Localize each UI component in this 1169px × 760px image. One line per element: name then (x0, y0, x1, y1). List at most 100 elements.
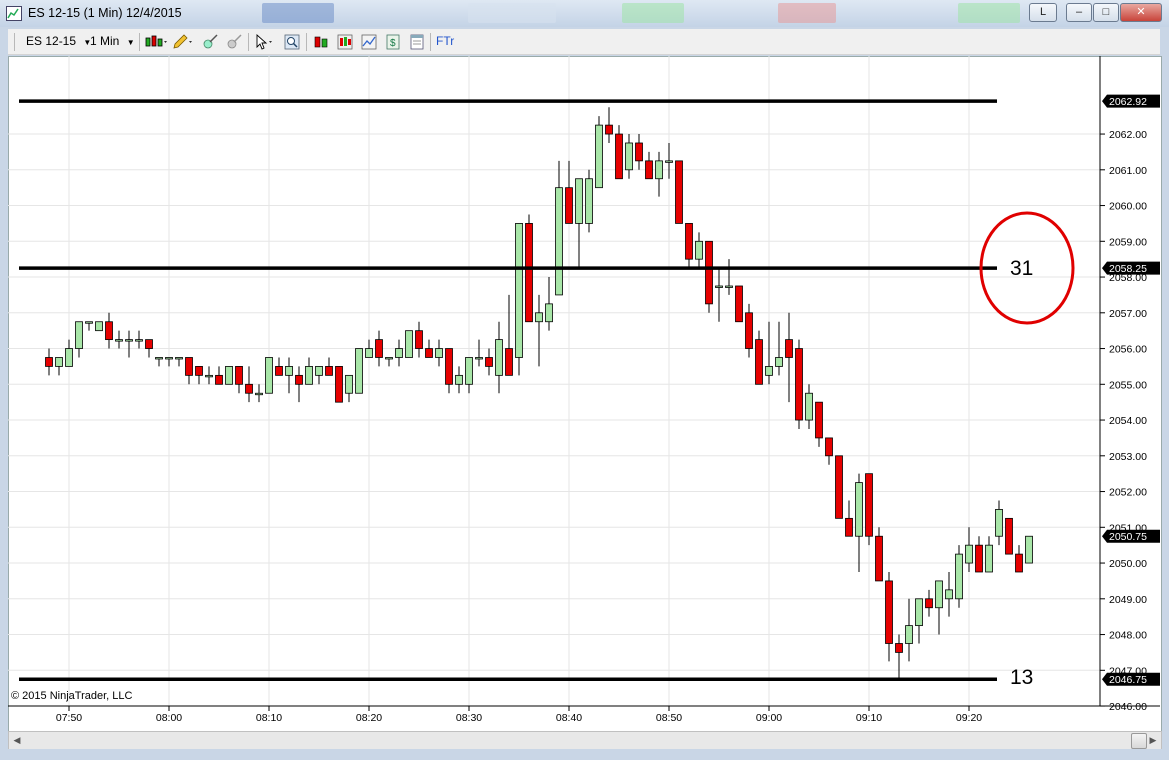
candle-body-down (735, 285, 743, 323)
candle-body-up (575, 178, 583, 224)
candle-body-down (485, 357, 493, 367)
y-tick-label: 2061.00 (1109, 165, 1147, 177)
price-marker-label: 2050.75 (1109, 531, 1147, 543)
y-tick-label: 2054.00 (1109, 415, 1147, 427)
candle-body-down (445, 348, 453, 385)
candle-body-up (225, 366, 233, 385)
circle-annotation-label: 31 (1010, 257, 1033, 280)
candle-body-down (335, 366, 343, 403)
close-button[interactable]: ✕ (1120, 3, 1162, 22)
y-tick-label: 2048.00 (1109, 630, 1147, 642)
candle-body-up (535, 312, 543, 323)
candle-body-up (355, 348, 363, 394)
candle-body-down (825, 437, 833, 457)
candle-body-down (325, 366, 333, 376)
zoom-icon[interactable] (284, 34, 300, 50)
instrument-label: ES 12-15 (26, 34, 77, 48)
x-tick-label: 09:10 (856, 712, 882, 724)
candle-body-up (945, 589, 953, 600)
candle-body-up (75, 321, 83, 349)
candle-body-up (255, 392, 263, 396)
global-crosshair-icon[interactable] (226, 34, 242, 50)
x-tick-label: 08:10 (256, 712, 282, 724)
drawing-pencil-icon[interactable] (172, 34, 194, 50)
candle-body-down (505, 348, 513, 376)
candle-body-down (755, 339, 763, 385)
properties-icon[interactable] (409, 34, 425, 50)
x-tick-label: 09:20 (956, 712, 982, 724)
x-tick-label: 08:40 (556, 712, 582, 724)
x-tick-label: 08:50 (656, 712, 682, 724)
candle-body-down (925, 598, 933, 609)
candle-body-up (985, 544, 993, 573)
maximize-button[interactable]: □ (1093, 3, 1119, 22)
candle-body-down (215, 374, 223, 385)
candle-body-up (115, 339, 123, 342)
candle-body-up (1025, 535, 1033, 564)
horizontal-scrollbar[interactable]: ◀ ▶ (8, 731, 1162, 750)
candle-body-up (95, 321, 103, 332)
candle-body-up (135, 339, 143, 342)
candle-body-up (545, 303, 553, 323)
x-axis-ticks: 07:50 08:00 08:10 08:20 08:30 08:40 08:50 09:00… (56, 706, 982, 724)
candle-body-up (935, 580, 943, 609)
pointer-icon[interactable] (254, 33, 276, 50)
candle-body-up (205, 374, 213, 378)
candle-body-down (105, 321, 113, 341)
title-bar: ES 12-15 (1 Min) 12/4/2015 L – □ ✕ (0, 0, 1169, 27)
minimize-button[interactable]: – (1066, 3, 1092, 22)
chart-style-candlestick-icon[interactable] (145, 34, 167, 50)
candle-body-up (345, 374, 353, 394)
candle-body-up (855, 482, 863, 537)
candle-body-down (565, 187, 573, 224)
candle-body-down (635, 142, 643, 162)
candle-body-down (275, 366, 283, 376)
y-tick-label: 2059.00 (1109, 236, 1147, 248)
scroll-left-arrow-icon[interactable]: ◀ (9, 732, 25, 749)
x-tick-label: 08:30 (456, 712, 482, 724)
price-chart[interactable]: 2046.002047.002048.002049.002050.002051.… (8, 56, 1160, 732)
candle-body-up (265, 357, 273, 394)
candle-body-down (375, 339, 383, 358)
x-tick-label: 08:00 (156, 712, 182, 724)
candle-body-up (715, 285, 723, 288)
candle-body-up (695, 240, 703, 260)
candle-body-up (165, 357, 173, 360)
candle-body-up (175, 357, 183, 360)
crosshair-icon[interactable] (202, 34, 218, 50)
candle-body-up (55, 357, 63, 367)
candle-body-down (815, 401, 823, 439)
y-tick-label: 2057.00 (1109, 308, 1147, 320)
candle-body-up (495, 339, 503, 376)
y-tick-label: 2046.00 (1109, 701, 1147, 713)
x-tick-label: 08:20 (356, 712, 382, 724)
candle-body-up (405, 330, 413, 358)
candle-body-up (905, 625, 913, 644)
candle-body-up (805, 392, 813, 421)
candle-body-down (645, 160, 653, 180)
ftr-button[interactable]: FTr (436, 34, 454, 48)
scroll-right-arrow-icon[interactable]: ▶ (1145, 732, 1161, 749)
candle-body-up (775, 357, 783, 367)
interval-selector[interactable]: 1 Min ▼ (90, 34, 135, 48)
data-series-icon[interactable] (337, 34, 353, 50)
candle-body-up (385, 357, 393, 360)
candle-body-down (525, 223, 533, 323)
candle-body-down (615, 133, 623, 180)
bar-spacing-icon[interactable] (313, 34, 329, 50)
background-blur-block (778, 3, 836, 23)
link-button[interactable]: L (1029, 3, 1057, 22)
instrument-selector[interactable]: ES 12-15 ▼ (26, 34, 91, 48)
y-tick-label: 2056.00 (1109, 344, 1147, 356)
candle-body-down (45, 357, 53, 367)
indicators-icon[interactable] (361, 34, 377, 50)
candle-body-down (245, 383, 253, 394)
toolbar-separator (306, 33, 307, 51)
bottom-annotation-label: 13 (1010, 666, 1033, 689)
candle-body-up (965, 544, 973, 564)
candle-body-down (875, 535, 883, 582)
candle-body-down (235, 366, 243, 385)
candle-body-down (865, 473, 873, 537)
strategies-icon[interactable]: $ (385, 34, 401, 50)
candle-body-up (285, 366, 293, 376)
